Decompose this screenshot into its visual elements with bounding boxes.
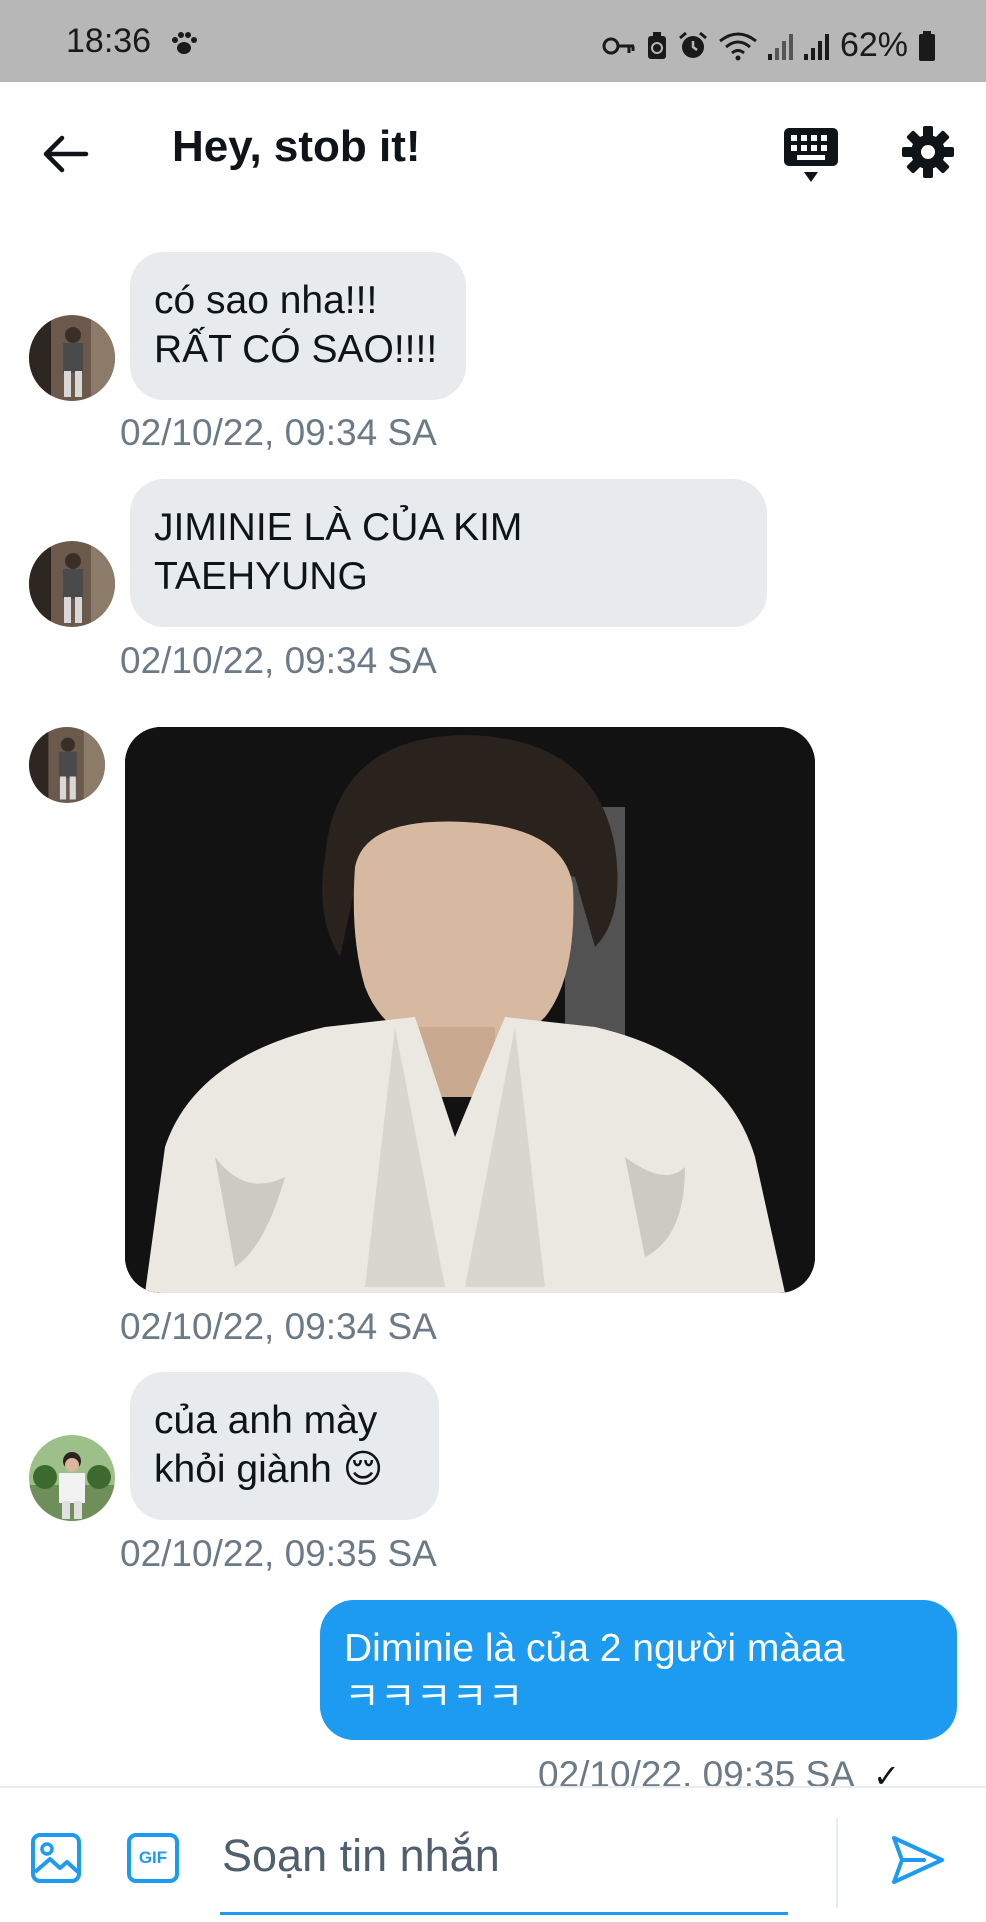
image-icon[interactable] [30, 1832, 82, 1884]
alarm-icon [678, 31, 707, 58]
back-arrow-icon[interactable] [38, 126, 94, 182]
send-icon[interactable] [890, 1832, 946, 1888]
avatar[interactable] [29, 541, 115, 627]
message-line: TAEHYUNG [154, 555, 368, 598]
message-timestamp: 02/10/22, 09:34 SA [120, 1306, 437, 1347]
message-line: khỏi giành 😌 [154, 1448, 384, 1491]
status-time: 18:36 [66, 22, 152, 60]
wifi-icon [719, 32, 757, 60]
photo-image [125, 727, 815, 1293]
message-bubble[interactable]: có sao nha!!! RẤT CÓ SAO!!!! [130, 252, 466, 400]
paw-icon [172, 32, 197, 54]
message-bubble[interactable]: JIMINIE LÀ CỦA KIM TAEHYUNG [130, 479, 767, 627]
avatar-image [29, 727, 105, 803]
message-timestamp: 02/10/22, 09:34 SA [120, 640, 437, 681]
avatar[interactable] [29, 315, 115, 401]
input-underline [220, 1912, 788, 1915]
message-bubble[interactable]: của anh mày khỏi giành 😌 [130, 1372, 439, 1520]
battery-saver-icon [647, 31, 666, 59]
message-bubble-outgoing[interactable]: Diminie là của 2 người màaa ㅋㅋㅋㅋㅋ [320, 1600, 957, 1740]
key-icon [602, 37, 635, 54]
avatar[interactable] [29, 727, 105, 803]
avatar-image [29, 315, 115, 401]
message-timestamp: 02/10/22, 09:34 SA [120, 412, 437, 453]
divider [836, 1818, 838, 1908]
gif-label: GIF [138, 1848, 168, 1867]
message-line: ㅋㅋㅋㅋㅋ [344, 1676, 524, 1719]
gear-icon[interactable] [902, 126, 954, 178]
message-line: JIMINIE LÀ CỦA KIM [154, 506, 523, 549]
message-input[interactable] [220, 1818, 790, 1894]
message-line: của anh mày [154, 1399, 378, 1442]
message-composer: GIF [0, 1786, 986, 1922]
keyboard-icon[interactable] [782, 126, 840, 184]
message-line: RẤT CÓ SAO!!!! [154, 328, 438, 371]
message-line: có sao nha!!! [154, 279, 378, 322]
conversation-title[interactable]: Hey, stob it! [172, 122, 421, 172]
status-bar: 18:36 62% [0, 0, 986, 82]
message-timestamp: 02/10/22, 09:35 SA [120, 1533, 437, 1574]
battery-percent: 62% [839, 26, 908, 64]
avatar-image [29, 1435, 115, 1521]
status-icons: 62% [602, 26, 936, 65]
avatar-image [29, 541, 115, 627]
gif-button[interactable]: GIF [126, 1832, 180, 1884]
avatar[interactable] [29, 1435, 115, 1521]
message-line: Diminie là của 2 người màaa [344, 1627, 845, 1670]
signal-icon [767, 33, 793, 60]
message-photo[interactable] [125, 727, 815, 1293]
signal-icon [803, 33, 829, 60]
conversation-header: Hey, stob it! [0, 82, 986, 218]
battery-icon [919, 30, 935, 61]
